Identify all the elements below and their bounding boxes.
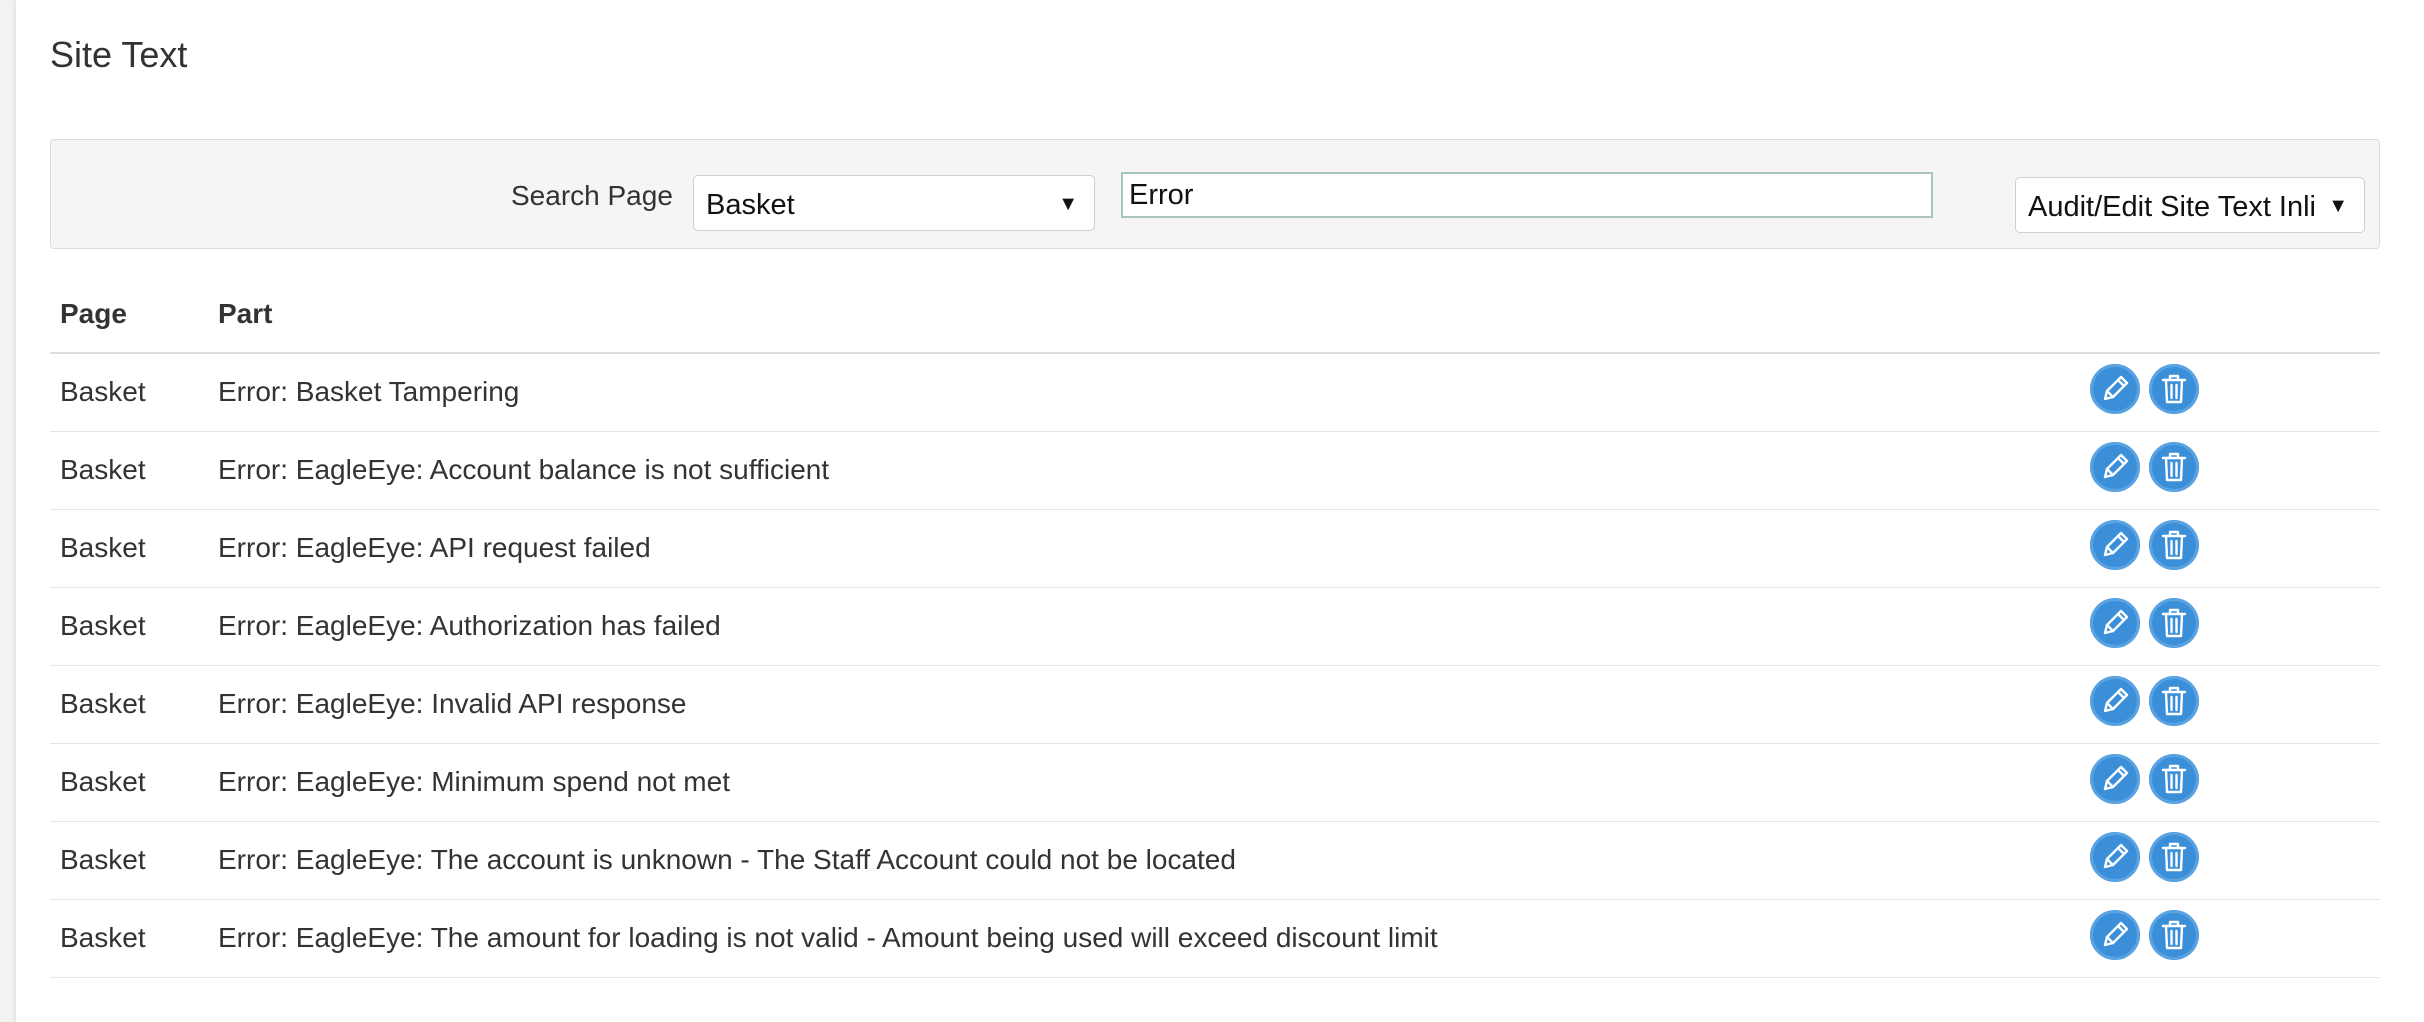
row-page-cell: Basket (60, 688, 146, 719)
row-part-cell: Error: Basket Tampering (218, 376, 520, 407)
edit-button[interactable] (2090, 676, 2140, 726)
page-select-value: Basket (706, 189, 795, 221)
table-row: Basket Error: Basket Tampering (50, 354, 2380, 432)
delete-button[interactable] (2149, 910, 2199, 960)
site-text-table: Page Part Basket Error: Basket Tampering (50, 280, 2380, 978)
row-part-cell: Error: EagleEye: The account is unknown … (218, 844, 1236, 875)
row-part-cell: Error: EagleEye: The amount for loading … (218, 922, 1438, 953)
search-input[interactable] (1121, 172, 1933, 218)
table-row: Basket Error: EagleEye: Minimum spend no… (50, 744, 2380, 822)
delete-button[interactable] (2149, 364, 2199, 414)
delete-button[interactable] (2149, 832, 2199, 882)
action-select[interactable]: Audit/Edit Site Text Inline ▼ (2015, 177, 2365, 233)
edit-button[interactable] (2090, 442, 2140, 492)
pencil-icon (2103, 921, 2129, 947)
row-page-cell: Basket (60, 766, 146, 797)
edit-button[interactable] (2090, 910, 2140, 960)
edit-button[interactable] (2090, 832, 2140, 882)
delete-button[interactable] (2149, 520, 2199, 570)
trash-icon (2161, 530, 2187, 560)
row-part-cell: Error: EagleEye: Authorization has faile… (218, 610, 721, 641)
column-header-part: Part (218, 298, 273, 329)
search-bar: Search Page Basket ▼ Audit/Edit Site Tex… (50, 139, 2380, 249)
delete-button[interactable] (2149, 598, 2199, 648)
row-page-cell: Basket (60, 922, 146, 953)
table-row: Basket Error: EagleEye: Account balance … (50, 432, 2380, 510)
edit-button[interactable] (2090, 598, 2140, 648)
site-text-panel: Site Text Search Page Basket ▼ Audit/Edi… (16, 0, 2424, 1022)
pencil-icon (2103, 843, 2129, 869)
row-page-cell: Basket (60, 532, 146, 563)
table-header: Page Part (50, 280, 2380, 354)
pencil-icon (2103, 531, 2129, 557)
edit-button[interactable] (2090, 364, 2140, 414)
row-page-cell: Basket (60, 454, 146, 485)
row-part-cell: Error: EagleEye: Account balance is not … (218, 454, 830, 485)
row-part-cell: Error: EagleEye: Minimum spend not met (218, 766, 730, 797)
row-page-cell: Basket (60, 844, 146, 875)
table-row: Basket Error: EagleEye: API request fail… (50, 510, 2380, 588)
column-header-page: Page (60, 298, 127, 329)
table-body: Basket Error: Basket Tampering Basket Er… (50, 354, 2380, 978)
pencil-icon (2103, 687, 2129, 713)
trash-icon (2161, 920, 2187, 950)
row-part-cell: Error: EagleEye: Invalid API response (218, 688, 687, 719)
edit-button[interactable] (2090, 754, 2140, 804)
pencil-icon (2103, 453, 2129, 479)
trash-icon (2161, 686, 2187, 716)
delete-button[interactable] (2149, 676, 2199, 726)
edit-button[interactable] (2090, 520, 2140, 570)
row-part-cell: Error: EagleEye: API request failed (218, 532, 651, 563)
page-select[interactable]: Basket ▼ (693, 175, 1095, 231)
delete-button[interactable] (2149, 442, 2199, 492)
page-title: Site Text (50, 34, 188, 75)
trash-icon (2161, 374, 2187, 404)
trash-icon (2161, 608, 2187, 638)
trash-icon (2161, 842, 2187, 872)
search-page-label: Search Page (511, 180, 673, 211)
pencil-icon (2103, 765, 2129, 791)
row-page-cell: Basket (60, 376, 146, 407)
pencil-icon (2103, 375, 2129, 401)
caret-down-icon: ▼ (1058, 193, 1078, 215)
trash-icon (2161, 764, 2187, 794)
table-row: Basket Error: EagleEye: The account is u… (50, 822, 2380, 900)
delete-button[interactable] (2149, 754, 2199, 804)
table-row: Basket Error: EagleEye: The amount for l… (50, 900, 2380, 978)
table-row: Basket Error: EagleEye: Authorization ha… (50, 588, 2380, 666)
trash-icon (2161, 452, 2187, 482)
table-row: Basket Error: EagleEye: Invalid API resp… (50, 666, 2380, 744)
action-select-value: Audit/Edit Site Text Inline (2028, 191, 2316, 223)
pencil-icon (2103, 609, 2129, 635)
row-page-cell: Basket (60, 610, 146, 641)
caret-down-icon: ▼ (2328, 195, 2348, 217)
